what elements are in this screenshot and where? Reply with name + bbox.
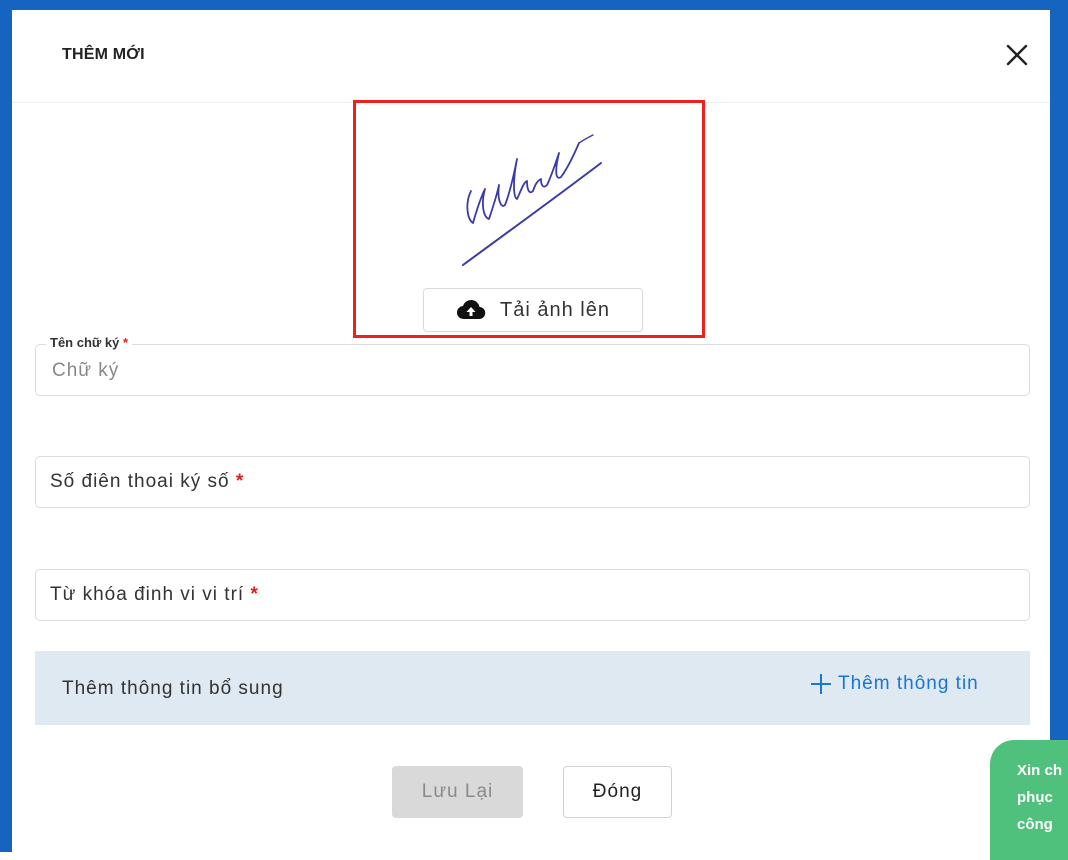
close-button[interactable]: Đóng — [563, 766, 672, 818]
chat-support-widget[interactable]: Xin ch phục công — [990, 740, 1068, 860]
chat-line: công — [1017, 816, 1053, 833]
chat-line: Xin ch — [1017, 762, 1063, 779]
dialog-header: THÊM MỚI — [12, 10, 1050, 103]
position-keyword-label: Từ khóa đinh vi vi trí * — [50, 584, 259, 605]
upload-image-button[interactable]: Tải ảnh lên — [423, 288, 643, 332]
add-info-button[interactable]: Thêm thông tin — [810, 673, 979, 695]
required-mark: * — [235, 471, 245, 492]
extra-info-title: Thêm thông tin bổ sung — [62, 678, 284, 699]
signature-name-input[interactable] — [50, 357, 994, 385]
dialog-title: THÊM MỚI — [62, 46, 145, 63]
signing-phone-field[interactable]: Số điên thoai ký số * — [35, 456, 1030, 508]
page-background-left — [0, 0, 12, 852]
signature-upload-area: Tải ảnh lên — [353, 100, 705, 338]
signing-phone-label: Số điên thoai ký số * — [50, 471, 245, 492]
page-background-top — [0, 0, 1068, 10]
page-background-right — [1050, 0, 1068, 852]
extra-info-section: Thêm thông tin bổ sung Thêm thông tin — [35, 651, 1030, 725]
close-icon[interactable] — [1004, 42, 1030, 68]
save-button[interactable]: Lưu Lại — [392, 766, 523, 818]
cloud-upload-icon — [456, 299, 486, 320]
add-signature-dialog: THÊM MỚI Tải ảnh lên Tên chữ ký * Chữ ký… — [12, 10, 1050, 852]
required-mark: * — [250, 584, 259, 605]
position-keyword-field[interactable]: Từ khóa đinh vi vi trí * — [35, 569, 1030, 621]
add-info-label: Thêm thông tin — [838, 673, 979, 694]
required-mark: * — [123, 335, 129, 350]
plus-icon — [811, 674, 831, 694]
chat-line: phục — [1017, 789, 1053, 806]
signature-name-label: Tên chữ ký * — [46, 335, 133, 350]
signature-name-field: Tên chữ ký * — [35, 335, 1030, 396]
upload-button-label: Tải ảnh lên — [500, 298, 610, 321]
signature-image — [462, 134, 602, 266]
